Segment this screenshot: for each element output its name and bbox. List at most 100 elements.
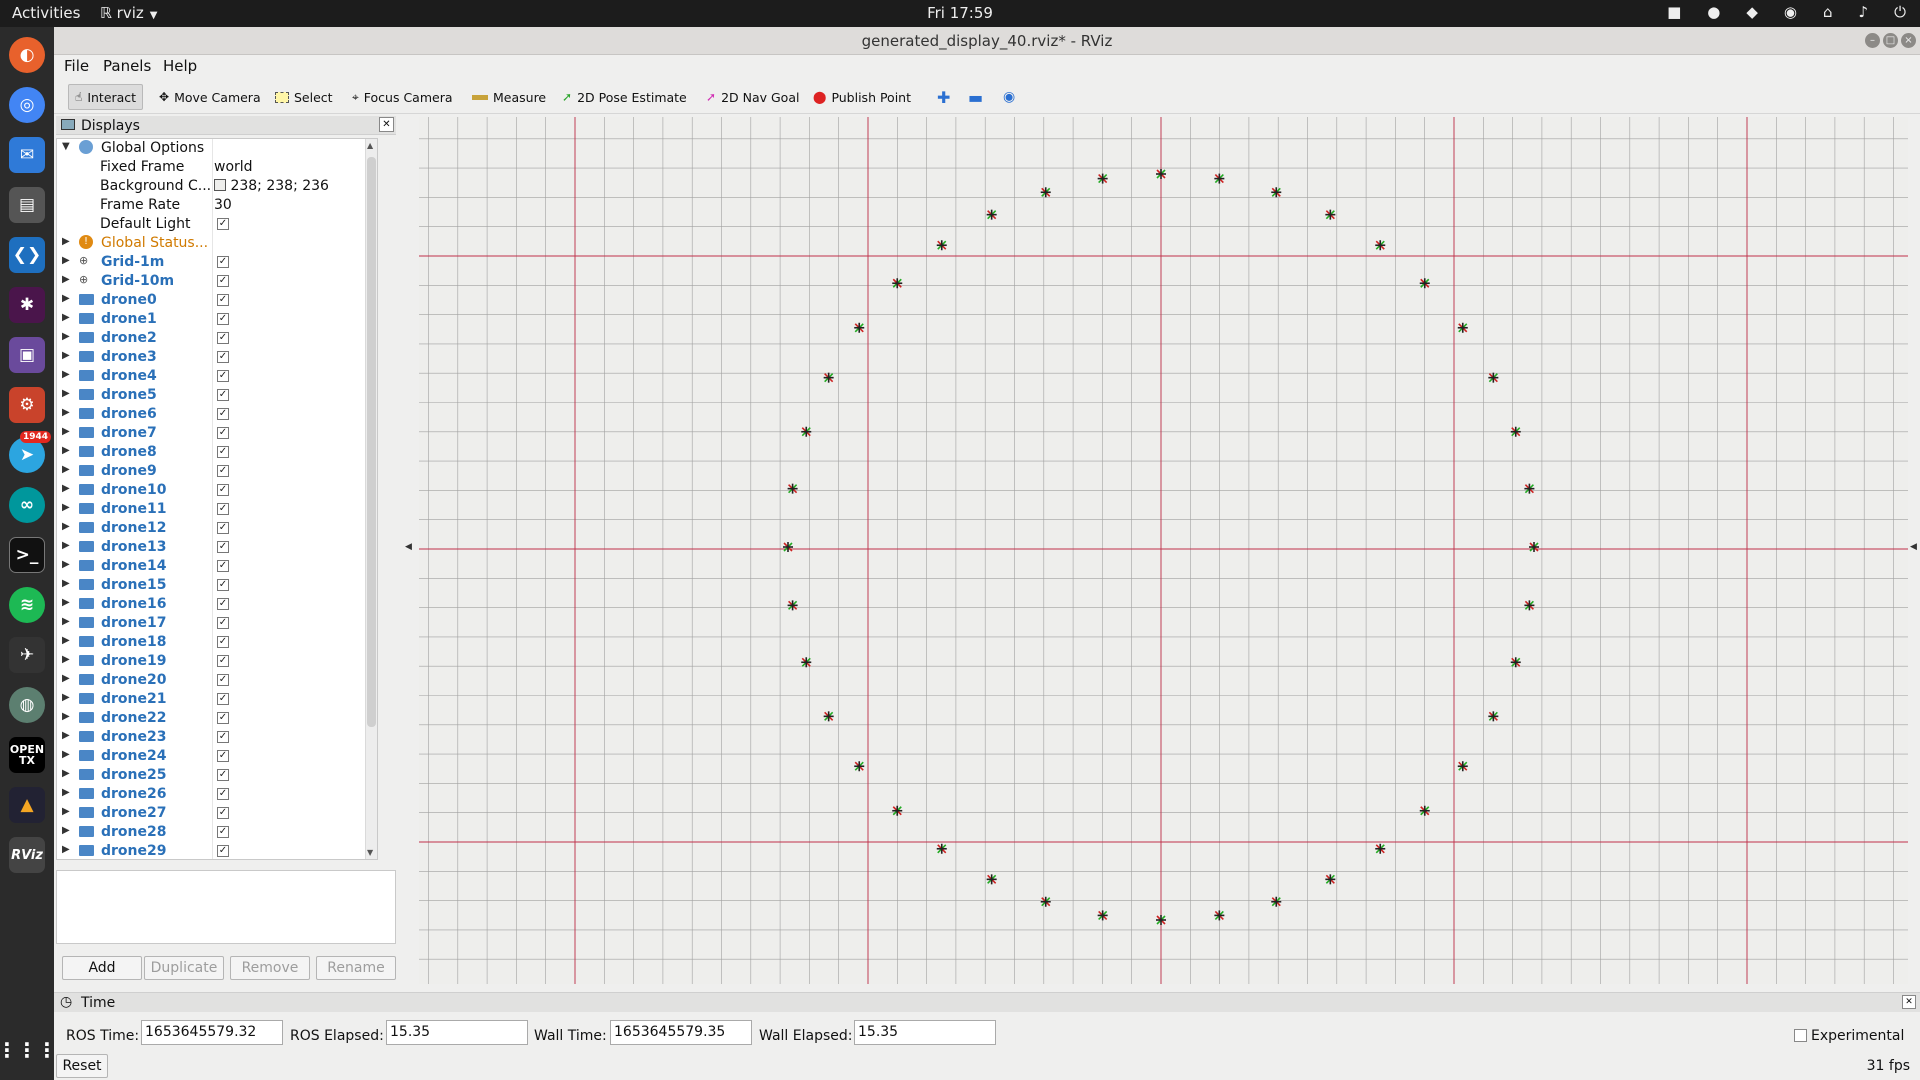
collapsed-arrow-icon[interactable]: ▶ <box>62 521 70 532</box>
collapsed-arrow-icon[interactable]: ▶ <box>62 844 70 855</box>
eye-icon[interactable]: ◉ <box>997 84 1021 110</box>
tree-row-frame-rate[interactable]: Frame Rate 30 <box>57 196 377 215</box>
ros-elapsed-field[interactable]: 15.35 <box>386 1020 528 1045</box>
select-button[interactable]: Select <box>269 84 339 110</box>
app-grid-icon[interactable]: ⋮⋮⋮ <box>0 1032 57 1068</box>
drone-checkbox[interactable]: ✓ <box>217 560 229 572</box>
tree-row-drone[interactable]: ▶ drone22 ✓ <box>57 709 377 728</box>
duplicate-button[interactable]: Duplicate <box>144 956 224 980</box>
publish-point-button[interactable]: ⬤ Publish Point <box>807 84 917 110</box>
interact-button[interactable]: ☝ Interact <box>68 84 144 110</box>
app-menu[interactable]: ℝ rviz ▼ <box>100 4 157 22</box>
drone-checkbox[interactable]: ✓ <box>217 712 229 724</box>
collapsed-arrow-icon[interactable]: ▶ <box>62 274 70 285</box>
scene-canvas[interactable] <box>419 117 1908 984</box>
tree-row-grid[interactable]: ▶ ⊕ Grid-10m ✓ <box>57 272 377 291</box>
wall-elapsed-field[interactable]: 15.35 <box>854 1020 996 1045</box>
terminal-icon[interactable]: >_ <box>9 537 45 573</box>
tree-row-drone[interactable]: ▶ drone24 ✓ <box>57 747 377 766</box>
scroll-thumb[interactable] <box>367 157 376 727</box>
drone-checkbox[interactable]: ✓ <box>217 617 229 629</box>
tree-row-drone[interactable]: ▶ drone25 ✓ <box>57 766 377 785</box>
wasp-icon[interactable]: ✈ <box>9 637 45 673</box>
tree-row-drone[interactable]: ▶ drone6 ✓ <box>57 405 377 424</box>
menu-file[interactable]: File <box>64 57 89 75</box>
collapsed-arrow-icon[interactable]: ▶ <box>62 673 70 684</box>
collapsed-arrow-icon[interactable]: ▶ <box>62 559 70 570</box>
tree-row-drone[interactable]: ▶ drone0 ✓ <box>57 291 377 310</box>
background-value[interactable]: 238; 238; 236 <box>214 178 329 194</box>
drone-checkbox[interactable]: ✓ <box>217 693 229 705</box>
drone-checkbox[interactable]: ✓ <box>217 826 229 838</box>
drone-checkbox[interactable]: ✓ <box>217 655 229 667</box>
firefox-icon[interactable]: ◐ <box>9 37 45 73</box>
tree-row-drone[interactable]: ▶ drone1 ✓ <box>57 310 377 329</box>
collapsed-arrow-icon[interactable]: ▶ <box>62 597 70 608</box>
close-time-icon[interactable]: ✕ <box>1902 995 1916 1009</box>
collapsed-arrow-icon[interactable]: ▶ <box>62 369 70 380</box>
tree-row-drone[interactable]: ▶ drone11 ✓ <box>57 500 377 519</box>
scroll-up-icon[interactable]: ▲ <box>367 141 373 150</box>
teams-icon[interactable]: ◆ <box>1746 3 1758 21</box>
remove-tool-icon[interactable]: ▬ <box>962 84 989 110</box>
focus-camera-button[interactable]: ⌖ Focus Camera <box>346 84 459 110</box>
tree-row-drone[interactable]: ▶ drone19 ✓ <box>57 652 377 671</box>
drone-checkbox[interactable]: ✓ <box>217 807 229 819</box>
vscode-icon[interactable]: ❮❯ <box>9 237 45 273</box>
tree-row-drone[interactable]: ▶ drone9 ✓ <box>57 462 377 481</box>
power-icon[interactable]: ⏻ <box>1894 3 1906 21</box>
collapsed-arrow-icon[interactable]: ▶ <box>62 616 70 627</box>
collapsed-arrow-icon[interactable]: ▶ <box>62 445 70 456</box>
tree-row-drone[interactable]: ▶ drone8 ✓ <box>57 443 377 462</box>
collapsed-arrow-icon[interactable]: ▶ <box>62 293 70 304</box>
collapsed-arrow-icon[interactable]: ▶ <box>62 768 70 779</box>
tree-scrollbar[interactable]: ▲ ▼ <box>365 139 377 859</box>
drone-checkbox[interactable]: ✓ <box>217 731 229 743</box>
wall-time-field[interactable]: 1653645579.35 <box>610 1020 752 1045</box>
pose-estimate-button[interactable]: ➚ 2D Pose Estimate <box>556 84 693 110</box>
close-icon[interactable]: × <box>1901 33 1916 48</box>
tree-row-drone[interactable]: ▶ drone21 ✓ <box>57 690 377 709</box>
tree-row-drone[interactable]: ▶ drone29 ✓ <box>57 842 377 859</box>
rviz-icon[interactable]: RViz <box>9 837 45 873</box>
minimize-icon[interactable]: – <box>1865 33 1880 48</box>
volume-icon[interactable]: ♪ <box>1859 3 1869 21</box>
collapsed-arrow-icon[interactable]: ▶ <box>62 654 70 665</box>
network-icon[interactable]: ⌂ <box>1823 3 1833 21</box>
tree-row-drone[interactable]: ▶ drone3 ✓ <box>57 348 377 367</box>
reset-button[interactable]: Reset <box>56 1054 108 1078</box>
tree-row-drone[interactable]: ▶ drone26 ✓ <box>57 785 377 804</box>
tree-row-drone[interactable]: ▶ drone5 ✓ <box>57 386 377 405</box>
tree-row-global-options[interactable]: ▼ Global Options <box>57 139 377 158</box>
drone-checkbox[interactable]: ✓ <box>217 427 229 439</box>
drone-checkbox[interactable]: ✓ <box>217 408 229 420</box>
window-titlebar[interactable]: generated_display_40.rviz* - RViz – □ × <box>54 27 1920 55</box>
grid-checkbox[interactable]: ✓ <box>217 275 229 287</box>
remove-button[interactable]: Remove <box>230 956 310 980</box>
tree-row-drone[interactable]: ▶ drone23 ✓ <box>57 728 377 747</box>
tree-row-drone[interactable]: ▶ drone7 ✓ <box>57 424 377 443</box>
opentx-icon[interactable]: OPEN TX <box>9 737 45 773</box>
drone-checkbox[interactable]: ✓ <box>217 294 229 306</box>
drone-checkbox[interactable]: ✓ <box>217 636 229 648</box>
drone-checkbox[interactable]: ✓ <box>217 541 229 553</box>
collapsed-arrow-icon[interactable]: ▶ <box>62 749 70 760</box>
collapsed-arrow-icon[interactable]: ▶ <box>62 464 70 475</box>
drone-checkbox[interactable]: ✓ <box>217 522 229 534</box>
rename-button[interactable]: Rename <box>316 956 396 980</box>
drone-checkbox[interactable]: ✓ <box>217 465 229 477</box>
add-tool-icon[interactable]: ✚ <box>931 84 956 110</box>
collapsed-arrow-icon[interactable]: ▶ <box>62 711 70 722</box>
wifi-app-icon[interactable]: ◍ <box>9 687 45 723</box>
tray-app-icon[interactable]: ● <box>1707 3 1720 21</box>
collapsed-arrow-icon[interactable]: ▶ <box>62 806 70 817</box>
collapsed-arrow-icon[interactable]: ▶ <box>62 350 70 361</box>
collapsed-arrow-icon[interactable]: ▶ <box>62 578 70 589</box>
drone-checkbox[interactable]: ✓ <box>217 788 229 800</box>
close-panel-icon[interactable]: ✕ <box>379 117 394 132</box>
drone-checkbox[interactable]: ✓ <box>217 332 229 344</box>
collapse-left-icon[interactable]: ◀ <box>405 542 412 552</box>
drone-checkbox[interactable]: ✓ <box>217 674 229 686</box>
drone-checkbox[interactable]: ✓ <box>217 370 229 382</box>
menu-panels[interactable]: Panels <box>103 57 151 75</box>
